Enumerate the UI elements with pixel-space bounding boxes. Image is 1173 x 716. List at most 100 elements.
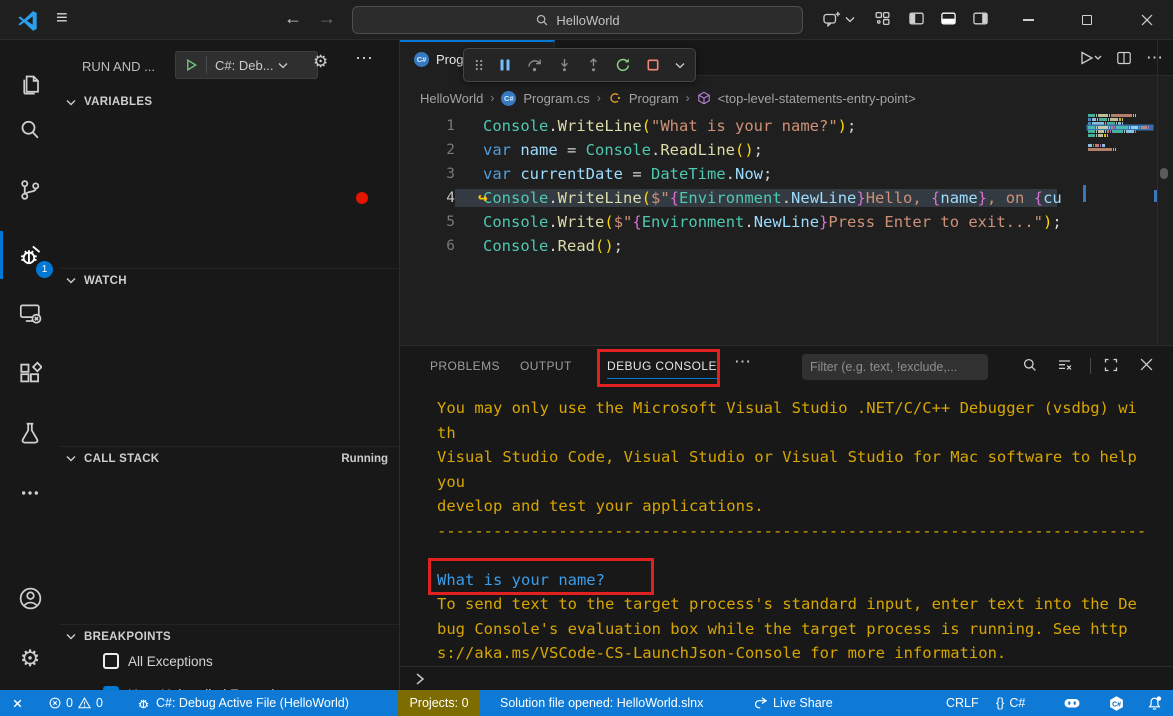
- back-icon[interactable]: ←: [284, 8, 302, 29]
- code-line-5[interactable]: 5Console.Write($"{Environment.NewLine}Pr…: [400, 210, 1173, 234]
- testing-icon[interactable]: [6, 409, 54, 457]
- remote-indicator[interactable]: [10, 690, 25, 716]
- filter-search-icon[interactable]: [1022, 357, 1038, 373]
- code-line-4[interactable]: 4↪Console.WriteLine($"{Environment.NewLi…: [400, 186, 1173, 210]
- section-label: CALL STACK: [84, 453, 159, 465]
- console-line: You may only use the Microsoft Visual St…: [437, 396, 1146, 421]
- close-button[interactable]: [1124, 0, 1170, 40]
- stop-icon[interactable]: [645, 57, 661, 73]
- warning-count: 0: [96, 696, 103, 710]
- copilot-icon[interactable]: [822, 10, 841, 29]
- code-line-2[interactable]: 2var name = Console.ReadLine();: [400, 138, 1173, 162]
- start-debug-icon[interactable]: [176, 58, 206, 72]
- step-over-icon[interactable]: [526, 57, 543, 73]
- error-icon: [48, 696, 62, 710]
- menu-icon[interactable]: ≡: [56, 7, 68, 30]
- step-into-icon[interactable]: [557, 57, 572, 73]
- stop-dropdown-chevron-icon[interactable]: [675, 62, 685, 69]
- breadcrumb-file[interactable]: Program.cs: [523, 91, 589, 106]
- toolbar-drag-handle[interactable]: [474, 57, 484, 73]
- status-bar: 0 0 C#: Debug Active File (HelloWorld) P…: [0, 690, 1173, 716]
- restart-icon[interactable]: [615, 57, 631, 73]
- console-line: you: [437, 470, 1146, 495]
- console-filter-input[interactable]: [802, 354, 988, 380]
- error-count: 0: [66, 696, 73, 710]
- code-line-6[interactable]: 6Console.Read();: [400, 234, 1173, 258]
- toggle-primary-sidebar-icon[interactable]: [908, 10, 925, 27]
- panel-more-tabs-icon[interactable]: ⋯: [734, 352, 751, 372]
- source-control-icon[interactable]: [6, 166, 54, 214]
- csharp-devkit-status-icon[interactable]: C#: [1108, 690, 1125, 716]
- pause-icon[interactable]: [498, 57, 512, 73]
- brackets-glyph: {}: [996, 696, 1004, 710]
- projects-status[interactable]: Projects: 0: [398, 690, 480, 716]
- svg-text:C#: C#: [1112, 701, 1121, 708]
- code-area[interactable]: 1Console.WriteLine("What is your name?")…: [400, 114, 1173, 258]
- run-and-debug-icon[interactable]: 1: [6, 231, 54, 279]
- breadcrumbs: HelloWorld › C# Program.cs › Program › <…: [420, 86, 916, 110]
- account-icon[interactable]: [6, 574, 54, 622]
- split-editor-icon[interactable]: [1116, 50, 1132, 66]
- variables-section-header[interactable]: VARIABLES: [60, 90, 400, 114]
- minimize-button[interactable]: [1005, 0, 1051, 40]
- debug-console-output[interactable]: You may only use the Microsoft Visual St…: [437, 396, 1146, 666]
- maximize-button[interactable]: [1064, 0, 1110, 40]
- forward-icon[interactable]: →: [318, 8, 336, 29]
- checkbox-unchecked[interactable]: [103, 653, 119, 669]
- toggle-secondary-sidebar-icon[interactable]: [972, 10, 989, 27]
- eol-indicator[interactable]: CRLF: [946, 690, 979, 716]
- vscode-logo: [16, 9, 39, 32]
- more-views-icon[interactable]: [6, 469, 54, 517]
- run-or-debug-icon[interactable]: [1080, 51, 1102, 65]
- debug-config-dropdown[interactable]: C#: Deb...: [175, 51, 318, 79]
- copilot-status-icon[interactable]: [1062, 690, 1082, 716]
- code-line-1[interactable]: 1Console.WriteLine("What is your name?")…: [400, 114, 1173, 138]
- debug-console-input[interactable]: [400, 666, 1173, 691]
- tab-debug-console[interactable]: DEBUG CONSOLE: [607, 359, 717, 379]
- watch-section-header[interactable]: WATCH: [60, 268, 400, 292]
- debug-status[interactable]: C#: Debug Active File (HelloWorld): [136, 690, 349, 716]
- breadcrumb-folder[interactable]: HelloWorld: [420, 91, 483, 106]
- editor-more-actions-icon[interactable]: ⋯: [1146, 48, 1163, 68]
- tab-problems[interactable]: PROBLEMS: [430, 359, 500, 373]
- breakpoints-section-header[interactable]: BREAKPOINTS: [60, 624, 400, 648]
- maximize-panel-icon[interactable]: [1103, 357, 1119, 373]
- notifications-bell-icon[interactable]: [1146, 690, 1163, 716]
- debug-more-actions-icon[interactable]: ⋯: [355, 48, 373, 69]
- solution-status[interactable]: Solution file opened: HelloWorld.slnx: [500, 690, 703, 716]
- explorer-icon[interactable]: [6, 59, 54, 107]
- language-label: C#: [1009, 696, 1025, 710]
- extensions-icon[interactable]: [6, 349, 54, 397]
- search-box[interactable]: HelloWorld: [352, 6, 803, 34]
- clear-all-icon[interactable]: [1056, 357, 1073, 373]
- problems-status[interactable]: 0 0: [48, 690, 103, 716]
- console-line: [437, 543, 1146, 568]
- chevron-down-icon: [66, 277, 76, 284]
- debug-settings-gear-icon[interactable]: ⚙: [313, 52, 328, 72]
- breakpoint-item[interactable]: All Exceptions: [103, 648, 213, 674]
- call-stack-section-header[interactable]: CALL STACK Running: [60, 446, 400, 470]
- language-indicator[interactable]: {} C#: [996, 690, 1025, 716]
- breakpoint-label: All Exceptions: [128, 654, 213, 669]
- code-line-3[interactable]: 3var currentDate = DateTime.Now;: [400, 162, 1173, 186]
- customize-layout-icon[interactable]: [874, 10, 891, 27]
- breadcrumb-entry-point[interactable]: <top-level-statements-entry-point>: [718, 91, 916, 106]
- console-line: bug Console's evaluation box while the t…: [437, 617, 1146, 642]
- scrollbar-slider[interactable]: [1160, 168, 1168, 179]
- settings-gear-icon[interactable]: ⚙: [6, 634, 54, 682]
- live-share-status[interactable]: Live Share: [753, 690, 833, 716]
- minimap[interactable]: [1086, 114, 1154, 174]
- toggle-panel-icon[interactable]: [940, 10, 957, 27]
- chevron-down-icon: [278, 62, 288, 69]
- close-panel-icon[interactable]: [1140, 358, 1153, 371]
- tab-output[interactable]: OUTPUT: [520, 359, 572, 373]
- chevron-down-icon: [66, 633, 76, 640]
- call-stack-status: Running: [341, 453, 388, 465]
- breakpoint-dot[interactable]: [356, 192, 368, 204]
- step-out-icon[interactable]: [586, 57, 601, 73]
- breakpoint-item[interactable]: ✓User-Unhandled Exceptions: [103, 681, 296, 690]
- breadcrumb-symbol[interactable]: Program: [629, 91, 679, 106]
- search-sidebar-icon[interactable]: [6, 106, 54, 154]
- copilot-chevron-icon[interactable]: [845, 16, 855, 23]
- remote-explorer-icon[interactable]: [6, 289, 54, 337]
